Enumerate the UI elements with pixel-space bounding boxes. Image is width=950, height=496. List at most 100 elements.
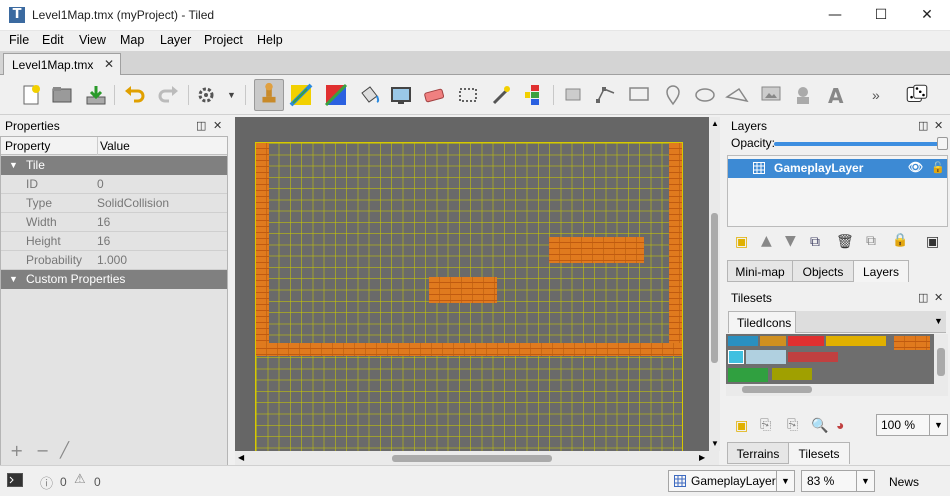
raise-layer-icon[interactable]: ▲ <box>761 233 772 249</box>
shape-fill-icon[interactable] <box>389 83 413 107</box>
remove-property-icon[interactable]: − <box>36 441 49 460</box>
stamp-brush-icon[interactable] <box>254 79 284 111</box>
tile-map[interactable] <box>255 142 683 452</box>
select-same-tile-icon[interactable] <box>523 83 547 107</box>
insert-template-icon[interactable] <box>791 83 815 107</box>
insert-rectangle-icon[interactable] <box>627 83 651 107</box>
property-row[interactable]: Probability 1.000 <box>1 251 227 270</box>
menu-help[interactable]: Help <box>257 33 283 47</box>
opacity-slider-handle[interactable] <box>937 137 948 150</box>
random-mode-dice-icon[interactable] <box>904 82 930 108</box>
property-row[interactable]: Width 16 <box>1 213 227 232</box>
layer-row-gameplaylayer[interactable]: GameplayLayer 👁 🔓 <box>728 159 947 178</box>
save-icon[interactable] <box>84 83 108 107</box>
close-panel-icon[interactable]: ✕ <box>213 119 222 132</box>
close-panel-icon[interactable]: ✕ <box>934 291 943 304</box>
delete-tileset-icon[interactable]: ◕ <box>836 417 844 433</box>
group-tile[interactable]: ▼ Tile <box>1 156 227 175</box>
current-layer-combo[interactable]: GameplayLayer ▼ <box>668 470 795 492</box>
tab-objects[interactable]: Objects <box>792 260 854 282</box>
tab-terrains[interactable]: Terrains <box>727 442 789 464</box>
wang-brush-icon[interactable] <box>324 83 348 107</box>
menu-file[interactable]: File <box>9 33 29 47</box>
arrow-tiles-2[interactable] <box>788 352 838 362</box>
misc-tiles[interactable] <box>772 368 812 380</box>
import-tileset-icon[interactable]: ⎘ <box>760 417 771 433</box>
tab-close-icon[interactable]: ✕ <box>104 57 114 71</box>
close-button[interactable]: ✕ <box>904 0 950 31</box>
opacity-slider[interactable] <box>774 137 948 150</box>
tileset-tab-tiledicons[interactable]: TiledIcons <box>728 311 796 333</box>
water-tile[interactable] <box>728 336 758 346</box>
magic-wand-icon[interactable] <box>489 83 513 107</box>
export-tileset-icon[interactable]: ⎘ <box>787 417 798 433</box>
menu-edit[interactable]: Edit <box>42 33 64 47</box>
brick-tile-icon[interactable] <box>894 336 930 350</box>
float-panel-icon[interactable]: ◫ <box>918 119 928 132</box>
property-row[interactable]: ID 0 <box>1 175 227 194</box>
tileset-horizontal-scrollbar[interactable] <box>726 384 934 396</box>
grass-tiles[interactable] <box>728 368 768 382</box>
canvas-vertical-scrollbar[interactable]: ▲ ▼ <box>709 117 720 451</box>
undo-icon[interactable] <box>122 83 146 107</box>
map-canvas[interactable] <box>235 117 719 452</box>
float-panel-icon[interactable]: ◫ <box>918 291 928 304</box>
merge-layer-icon[interactable]: ⧉ <box>866 233 876 249</box>
rename-property-icon[interactable]: ╱ <box>60 441 69 459</box>
highlight-layer-icon[interactable]: ▣ <box>926 233 939 250</box>
red-tile[interactable] <box>788 336 824 346</box>
tab-tilesets[interactable]: Tilesets <box>788 442 850 464</box>
insert-tile-icon[interactable] <box>759 83 783 107</box>
eraser-icon[interactable] <box>422 83 446 107</box>
property-row[interactable]: Height 16 <box>1 232 227 251</box>
select-objects-icon[interactable] <box>562 83 586 107</box>
lock-layer-icon[interactable]: 🔒 <box>892 233 908 248</box>
terrain-brush-icon[interactable] <box>289 83 313 107</box>
edit-tileset-icon[interactable]: 🔍 <box>811 417 828 434</box>
commands-gear-icon[interactable] <box>196 83 220 107</box>
warning-icon[interactable]: ⚠ <box>74 472 86 487</box>
delete-layer-icon[interactable]: 🗑 <box>836 233 854 250</box>
zoom-combo[interactable]: 83 % ▼ <box>801 470 875 492</box>
open-folder-icon[interactable] <box>50 83 74 107</box>
tileset-vertical-scrollbar[interactable] <box>934 334 948 396</box>
new-file-icon[interactable] <box>20 83 44 107</box>
add-property-icon[interactable]: + <box>10 441 23 460</box>
toolbar-overflow-icon[interactable]: » <box>872 87 880 103</box>
error-icon[interactable]: ⓘ <box>40 473 53 492</box>
commands-dropdown-icon[interactable]: ▼ <box>227 90 236 100</box>
arrow-tiles[interactable] <box>826 336 886 346</box>
sand-tile[interactable] <box>760 336 786 346</box>
menu-project[interactable]: Project <box>204 33 243 47</box>
tileset-menu-icon[interactable]: ▼ <box>934 316 943 326</box>
scroll-right-icon[interactable]: ▶ <box>699 453 705 462</box>
tab-layers[interactable]: Layers <box>853 260 909 282</box>
scroll-down-icon[interactable]: ▼ <box>711 439 719 448</box>
canvas-horizontal-scrollbar[interactable]: ◀ ▶ <box>235 451 719 465</box>
rectangle-select-icon[interactable] <box>456 83 480 107</box>
insert-text-icon[interactable]: A <box>824 83 848 107</box>
property-row[interactable]: Type SolidCollision <box>1 194 227 213</box>
insert-polygon-icon[interactable] <box>725 83 749 107</box>
scroll-left-icon[interactable]: ◀ <box>238 453 244 462</box>
lower-layer-icon[interactable]: ▼ <box>785 233 796 249</box>
lock-icon[interactable]: 🔓 <box>931 161 945 174</box>
edit-polygons-icon[interactable] <box>594 83 618 107</box>
maximize-button[interactable]: ☐ <box>858 0 904 31</box>
menu-map[interactable]: Map <box>120 33 144 47</box>
console-icon[interactable] <box>7 473 23 487</box>
close-panel-icon[interactable]: ✕ <box>934 119 943 132</box>
tileset-view[interactable] <box>726 334 934 384</box>
float-panel-icon[interactable]: ◫ <box>196 119 206 132</box>
tileset-hscroll-thumb[interactable] <box>742 386 812 393</box>
redo-icon[interactable] <box>157 83 181 107</box>
tab-minimap[interactable]: Mini-map <box>727 260 793 282</box>
vertical-scroll-thumb[interactable] <box>711 213 718 363</box>
news-button[interactable]: News <box>889 475 919 489</box>
new-tileset-icon[interactable]: ▣ <box>735 417 748 434</box>
selected-tile[interactable] <box>728 350 744 364</box>
wind-tiles[interactable] <box>746 350 786 364</box>
new-layer-icon[interactable]: ▣ <box>735 233 748 250</box>
tileset-vscroll-thumb[interactable] <box>937 348 945 376</box>
bucket-fill-icon[interactable] <box>357 83 381 107</box>
